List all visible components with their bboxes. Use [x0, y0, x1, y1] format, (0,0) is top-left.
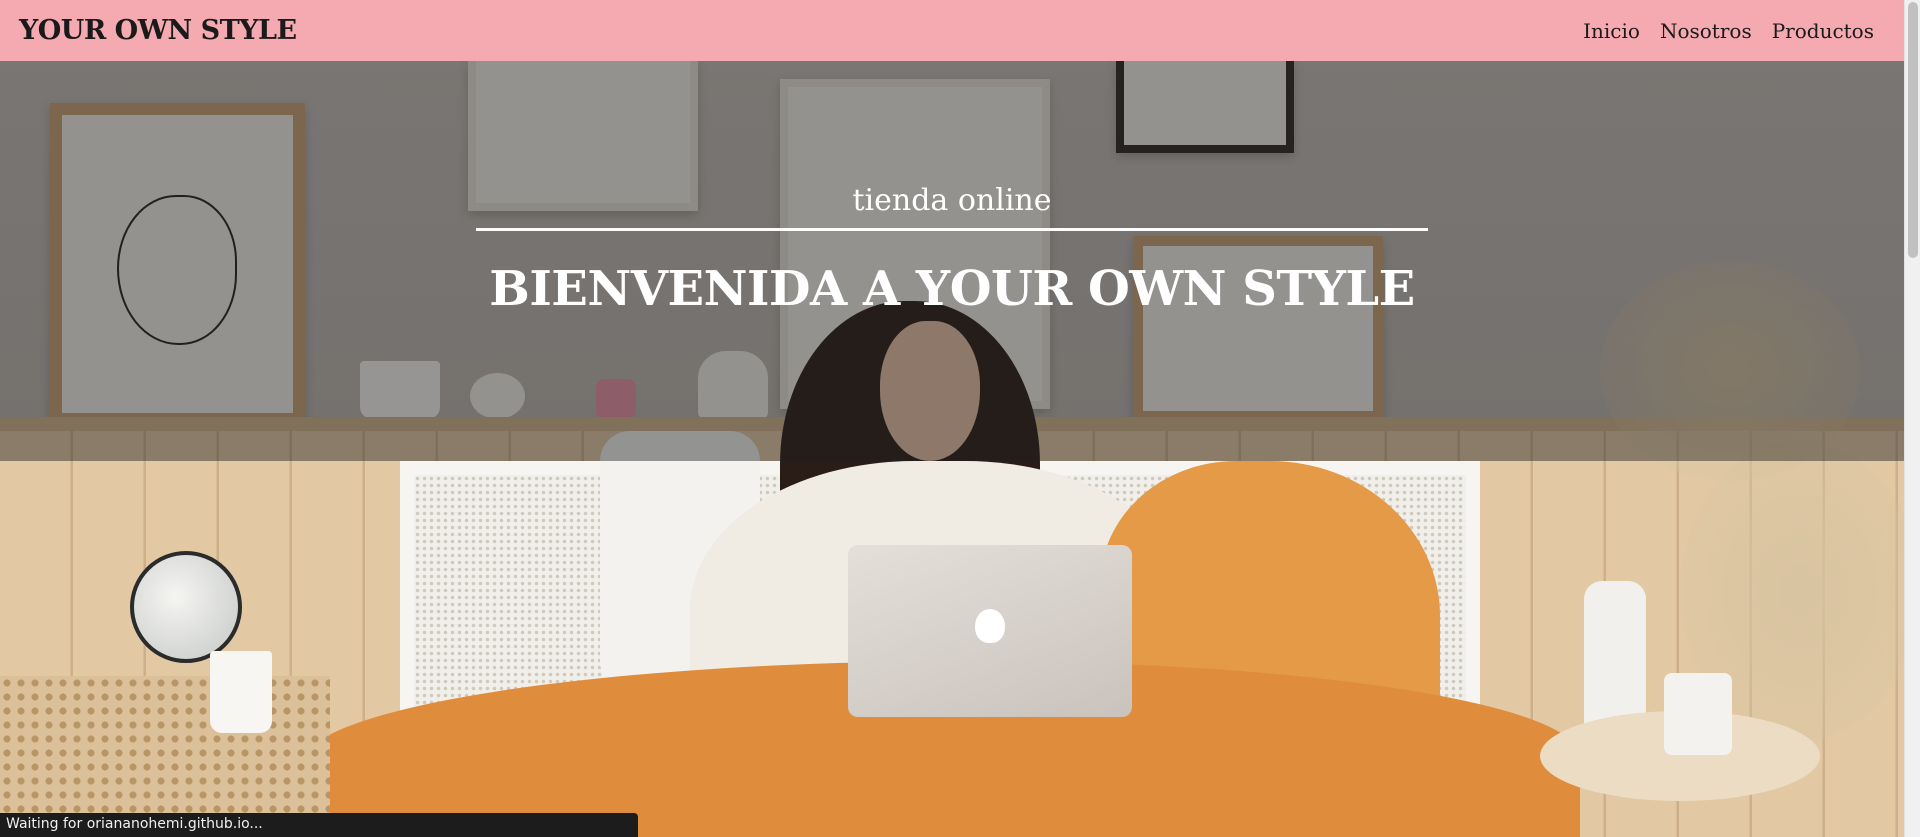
brand-logo[interactable]: YOUR OWN STYLE — [19, 15, 297, 46]
photo-jar — [1664, 673, 1732, 755]
photo-mug-table — [210, 651, 272, 733]
nav-link-productos[interactable]: Productos — [1772, 19, 1874, 43]
vertical-scrollbar[interactable] — [1904, 0, 1920, 837]
photo-mirror — [130, 551, 242, 663]
hero-section: tienda online BIENVENIDA A YOUR OWN STYL… — [0, 61, 1904, 837]
hero-title: BIENVENIDA A YOUR OWN STYLE — [489, 261, 1415, 317]
nav-link-nosotros[interactable]: Nosotros — [1660, 19, 1752, 43]
photo-side-table — [0, 676, 330, 836]
scrollbar-thumb[interactable] — [1908, 2, 1918, 258]
photo-laptop — [848, 545, 1132, 717]
apple-logo-icon — [975, 609, 1005, 643]
navbar: YOUR OWN STYLE Inicio Nosotros Productos — [0, 0, 1904, 61]
nav-links: Inicio Nosotros Productos — [1583, 19, 1874, 43]
hero-divider — [476, 228, 1428, 231]
hero-text-block: tienda online BIENVENIDA A YOUR OWN STYL… — [0, 61, 1904, 461]
nav-link-inicio[interactable]: Inicio — [1583, 19, 1640, 43]
browser-status-bar: Waiting for oriananohemi.github.io... — [0, 813, 638, 837]
hero-subtitle: tienda online — [852, 183, 1052, 218]
